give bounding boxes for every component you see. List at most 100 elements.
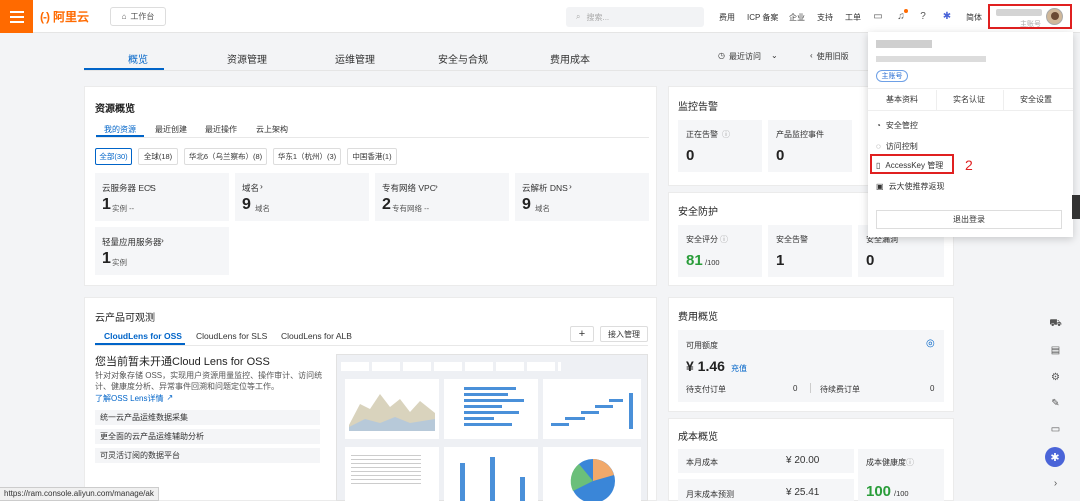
search-input[interactable]: ⌕ 搜索... bbox=[566, 7, 704, 27]
terminal-icon[interactable]: ▭ bbox=[872, 10, 884, 22]
dropdown-divider bbox=[868, 110, 1073, 111]
aliyun-logo[interactable]: (-) 阿里云 bbox=[40, 8, 89, 25]
region-chip-global[interactable]: 全球(18) bbox=[138, 148, 178, 165]
dd-tab-security[interactable]: 安全设置 bbox=[1020, 94, 1052, 105]
chevron-right-icon: › bbox=[149, 181, 152, 191]
region-chip-hongkong[interactable]: 中国香港(1) bbox=[347, 148, 397, 165]
account-name-redacted bbox=[996, 9, 1042, 16]
security-alert-box[interactable]: 安全告警 1 bbox=[768, 225, 852, 277]
region-chip-hangzhou[interactable]: 华东1（杭州）(3) bbox=[273, 148, 341, 165]
preview-area-chart bbox=[345, 379, 439, 439]
nav-enterprise[interactable]: 企业 bbox=[789, 12, 805, 23]
assistant-float-icon[interactable]: ✱ bbox=[1045, 447, 1065, 467]
settings-icon[interactable]: ⚙ bbox=[1050, 372, 1061, 383]
tab-cloudlens-alb[interactable]: CloudLens for ALB bbox=[281, 331, 352, 341]
learn-more-link[interactable]: 了解OSS Lens详情 ↗ bbox=[95, 393, 173, 404]
monitor-events-box[interactable]: 产品监控事件 0 bbox=[768, 120, 852, 172]
dd-tab-realname[interactable]: 实名认证 bbox=[953, 94, 985, 105]
subtab-architecture[interactable]: 云上架构 bbox=[256, 124, 288, 135]
docs-icon[interactable]: ▤ bbox=[1050, 345, 1061, 356]
help-icon[interactable]: ? bbox=[917, 10, 929, 22]
dd-tab-profile[interactable]: 基本资料 bbox=[886, 94, 918, 105]
logo-text: 阿里云 bbox=[53, 10, 90, 24]
message-icon[interactable]: ▭ bbox=[1050, 424, 1061, 435]
resource-tile-ecs[interactable]: 云服务器 ECS › 1 实例 -- bbox=[95, 173, 229, 221]
cost-title: 成本概览 bbox=[678, 432, 718, 443]
scrollbar-handle[interactable] bbox=[1072, 195, 1080, 219]
tab-cost[interactable]: 费用成本 bbox=[550, 51, 590, 66]
tab-cloudlens-sls[interactable]: CloudLens for SLS bbox=[196, 331, 267, 341]
monitor-title: 监控告警 bbox=[678, 102, 718, 113]
edit-icon[interactable]: ✎ bbox=[1050, 398, 1061, 409]
security-score-box[interactable]: 安全评分 ⓘ 81 /100 bbox=[678, 225, 762, 277]
dd-item-accesskey[interactable]: ▯ AccessKey 管理 bbox=[876, 160, 943, 171]
resource-count: 2 bbox=[382, 196, 391, 213]
info-icon: ⓘ bbox=[720, 235, 728, 244]
feature-item: 统一云产品运维数据采集 bbox=[95, 410, 320, 425]
chevron-right-icon: › bbox=[435, 181, 438, 191]
dd-item-label: 安全管控 bbox=[885, 121, 918, 130]
security-label: 安全评分 bbox=[686, 235, 718, 244]
subtab-my-resources[interactable]: 我的资源 bbox=[104, 124, 136, 135]
cost-health-value: 100 bbox=[866, 483, 892, 500]
tab-overview[interactable]: 概览 bbox=[128, 51, 148, 66]
pending-orders-label[interactable]: 待支付订单 bbox=[686, 384, 726, 395]
avatar[interactable] bbox=[1046, 8, 1063, 25]
nav-ticket[interactable]: 工单 bbox=[845, 12, 861, 23]
language-switch[interactable]: 简体 bbox=[966, 12, 982, 23]
logout-button[interactable]: 退出登录 bbox=[876, 210, 1062, 229]
nav-fees[interactable]: 费用 bbox=[719, 12, 735, 23]
billing-divider bbox=[810, 383, 811, 393]
tab-ops[interactable]: 运维管理 bbox=[335, 51, 375, 66]
cart-icon[interactable]: ⛟ bbox=[1049, 318, 1062, 330]
nav-icp[interactable]: ICP 备案 bbox=[747, 12, 778, 23]
learn-more-label: 了解OSS Lens详情 bbox=[95, 394, 164, 403]
monitor-alarming-box[interactable]: 正在告警 ⓘ 0 bbox=[678, 120, 762, 172]
add-button[interactable]: + bbox=[570, 326, 594, 342]
switch-icon: ‹ bbox=[810, 51, 813, 60]
tab-security[interactable]: 安全与合规 bbox=[438, 51, 488, 66]
old-version-link[interactable]: ‹ 使用旧版 bbox=[810, 51, 849, 62]
preview-pie-chart bbox=[543, 447, 641, 501]
balance-amount: ¥ 1.46 bbox=[686, 358, 725, 374]
assistant-icon[interactable]: ✱ bbox=[941, 10, 953, 22]
tab-cloudlens-oss[interactable]: CloudLens for OSS bbox=[104, 331, 182, 341]
dashboard-preview-image bbox=[336, 354, 648, 501]
tab-resources[interactable]: 资源管理 bbox=[227, 51, 267, 66]
dd-item-referral[interactable]: ▣ 云大使推荐返现 bbox=[876, 181, 945, 192]
feature-item: 更全面的云产品运维辅助分析 bbox=[95, 429, 320, 444]
subtab-recent-created[interactable]: 最近创建 bbox=[155, 124, 187, 135]
hamburger-menu-icon[interactable] bbox=[0, 0, 33, 33]
security-label: 安全告警 bbox=[776, 235, 808, 244]
region-chip-all[interactable]: 全部(30) bbox=[95, 148, 132, 165]
resource-name: 专有网络 VPC bbox=[382, 183, 436, 193]
renew-orders-label[interactable]: 待续费订单 bbox=[820, 384, 860, 395]
resource-tile-dns[interactable]: 云解析 DNS › 9 域名 bbox=[515, 173, 649, 221]
subtab-recent-ops[interactable]: 最近操作 bbox=[205, 124, 237, 135]
resource-unit: 专有网络 -- bbox=[392, 204, 430, 213]
resource-tile-domain[interactable]: 域名 › 9 域名 bbox=[235, 173, 369, 221]
workbench-button[interactable]: ⌂ 工作台 bbox=[110, 7, 166, 26]
recent-visits-dropdown[interactable]: ◷ 最近访问 ⌄ bbox=[718, 51, 778, 62]
eye-icon[interactable]: ◎ bbox=[926, 338, 935, 349]
logo-mark-icon: (-) bbox=[40, 9, 50, 24]
security-value: 0 bbox=[866, 252, 875, 269]
shield-icon: ◔ bbox=[876, 121, 881, 130]
home-icon: ⌂ bbox=[121, 12, 127, 21]
monitor-label: 正在告警 bbox=[686, 130, 718, 139]
connect-manage-button[interactable]: 接入管理 bbox=[600, 326, 648, 342]
security-title: 安全防护 bbox=[678, 207, 718, 218]
preview-column-chart bbox=[444, 447, 538, 501]
resource-tile-swas[interactable]: 轻量应用服务器 › 1 实例 bbox=[95, 227, 229, 275]
region-chip-ulanqab[interactable]: 华北6（乌兰察布）(8) bbox=[184, 148, 267, 165]
nav-support[interactable]: 支持 bbox=[817, 12, 833, 23]
info-icon: ⓘ bbox=[722, 130, 730, 139]
resource-tile-vpc[interactable]: 专有网络 VPC › 2 专有网络 -- bbox=[375, 173, 509, 221]
chevron-right-icon: › bbox=[260, 181, 263, 191]
monitor-label: 产品监控事件 bbox=[776, 130, 824, 139]
dd-item-security-control[interactable]: ◔ 安全管控 bbox=[876, 120, 918, 131]
recharge-link[interactable]: 充值 bbox=[731, 363, 747, 374]
chevron-right-icon[interactable]: › bbox=[1050, 478, 1061, 489]
dd-item-access-control[interactable]: ◌ 访问控制 bbox=[876, 141, 918, 152]
search-placeholder: 搜索... bbox=[586, 12, 610, 22]
